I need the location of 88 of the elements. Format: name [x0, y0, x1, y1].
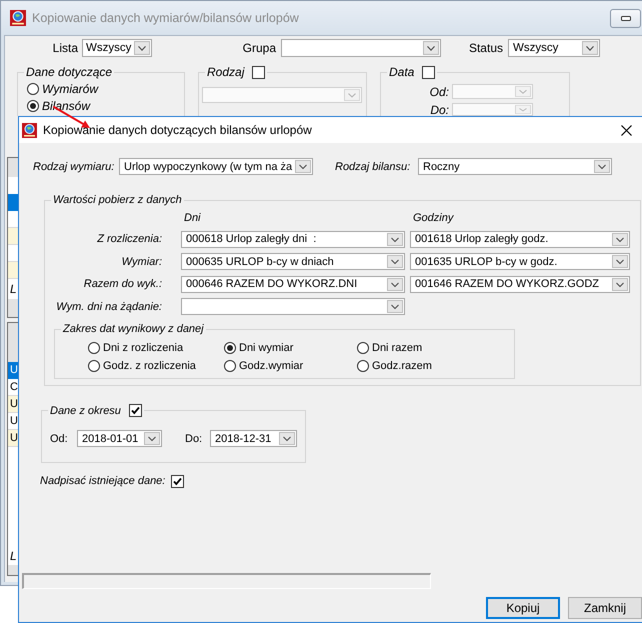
list-row[interactable]: U	[8, 413, 18, 430]
radio-button[interactable]	[88, 342, 100, 354]
radio-button[interactable]	[88, 360, 100, 372]
field-label: Od:	[430, 84, 449, 98]
chevron-down-icon[interactable]	[612, 232, 628, 246]
minimize-button[interactable]	[610, 8, 641, 28]
chevron-down-icon[interactable]	[387, 300, 403, 314]
column-header: Godziny	[413, 212, 454, 224]
radio-button[interactable]	[357, 342, 369, 354]
dropdown[interactable]: 000646 RAZEM DO WYKORZ.DNI	[181, 276, 405, 293]
chevron-down-icon[interactable]	[387, 232, 403, 246]
list-caption: L	[10, 282, 17, 296]
chevron-down-icon[interactable]	[612, 255, 628, 268]
field-label: Do:	[185, 432, 202, 444]
dialog-title: Kopiowanie danych dotyczących bilansów urlopów	[43, 123, 312, 137]
group-title: Dane dotyczące	[26, 65, 112, 79]
field-label: Grupa	[242, 41, 276, 55]
list-header	[8, 158, 18, 177]
group-title: Dane z okresu	[50, 404, 121, 416]
app-icon	[22, 122, 37, 138]
minimize-icon	[620, 16, 630, 20]
group-title: Rodzaj	[207, 65, 244, 79]
copy-button[interactable]: Kopiuj	[486, 597, 560, 619]
radio-button[interactable]	[224, 342, 236, 354]
chevron-down-icon[interactable]	[582, 41, 598, 55]
radio-label: Bilansów	[42, 99, 90, 113]
field-label: Wym. dni na żądanie:	[56, 300, 162, 313]
radio-label: Dni wymiar	[239, 342, 294, 354]
chevron-down-icon[interactable]	[387, 278, 403, 291]
radio-button[interactable]	[357, 360, 369, 372]
dropdown[interactable]: 000635 URLOP b-cy w dniach	[181, 253, 405, 270]
dropdown[interactable]: Urlop wypoczynkowy (w tym na ża	[119, 158, 313, 175]
checkbox[interactable]	[171, 474, 184, 488]
list-row[interactable]: U	[8, 362, 18, 379]
field-label: Lista	[52, 41, 78, 55]
chevron-down-icon[interactable]	[423, 41, 439, 55]
close-button[interactable]: Zamknij	[568, 597, 642, 619]
group-title: Zakres dat wynikowy z danej	[63, 323, 204, 336]
list-header	[8, 323, 18, 362]
field-label: Z rozliczenia:	[97, 233, 162, 246]
field-label: Status	[468, 41, 503, 55]
field-label: Wymiar:	[122, 256, 162, 268]
chevron-down-icon[interactable]	[295, 160, 311, 173]
window-title: Kopiowanie danych wymiarów/bilansów urlopów	[32, 11, 299, 25]
radio-label: Dni razem	[372, 342, 422, 354]
dropdown[interactable]: 000618 Urlop zaległy dni :	[181, 230, 405, 248]
dropdown[interactable]: 2018-01-01	[77, 430, 162, 447]
radio-label: Godz.razem	[372, 360, 432, 372]
dropdown[interactable]: Wszyscy	[508, 39, 600, 57]
dropdown[interactable]: 001635 URLOP b-cy w godz.	[410, 253, 630, 270]
radio-button[interactable]	[27, 100, 39, 112]
chevron-down-icon[interactable]	[144, 432, 160, 445]
list-footer	[8, 565, 18, 575]
group-title: Wartości pobierz z danych	[53, 194, 182, 206]
field-label: Rodzaj bilansu:	[335, 160, 410, 172]
dropdown[interactable]: 2018-12-31	[210, 430, 297, 447]
dropdown[interactable]: Wszyscy	[82, 39, 152, 57]
app-icon	[10, 10, 26, 26]
radio-label: Dni z rozliczenia	[103, 342, 184, 354]
chevron-down-icon[interactable]	[612, 278, 628, 291]
dropdown[interactable]: 001646 RAZEM DO WYKORZ.GODZ	[410, 276, 630, 293]
close-icon[interactable]	[621, 124, 632, 136]
group-title: Data	[389, 65, 414, 79]
checkbox[interactable]	[252, 66, 266, 78]
field-label: Do:	[430, 102, 449, 116]
radio-label: Wymiarów	[42, 82, 98, 96]
dropdown[interactable]: Roczny	[418, 158, 612, 175]
checkbox[interactable]	[422, 66, 436, 78]
radio-button[interactable]	[27, 83, 39, 95]
chevron-down-icon[interactable]	[594, 160, 610, 173]
chevron-down-icon[interactable]	[387, 255, 403, 268]
radio-label: Godz.wymiar	[239, 360, 304, 372]
checkbox[interactable]	[128, 404, 142, 417]
field-label: Razem do wyk.:	[84, 278, 162, 290]
field-label: Rodzaj wymiaru:	[33, 160, 114, 172]
list-row[interactable]: U	[8, 396, 18, 413]
chevron-down-icon[interactable]	[279, 432, 295, 445]
radio-label: Godz. z rozliczenia	[103, 360, 196, 372]
chevron-down-icon[interactable]	[134, 41, 150, 55]
column-header: Dni	[184, 212, 201, 224]
list-caption: L	[10, 549, 17, 563]
list-footer	[8, 299, 18, 317]
list-row[interactable]: C	[8, 379, 18, 396]
list-row[interactable]: U	[8, 430, 18, 447]
radio-button[interactable]	[224, 360, 236, 372]
field-label: Nadpisać istniejące dane:	[40, 475, 166, 487]
field-label: Od:	[50, 432, 68, 444]
dropdown[interactable]: 001618 Urlop zaległy godz.	[410, 230, 630, 248]
